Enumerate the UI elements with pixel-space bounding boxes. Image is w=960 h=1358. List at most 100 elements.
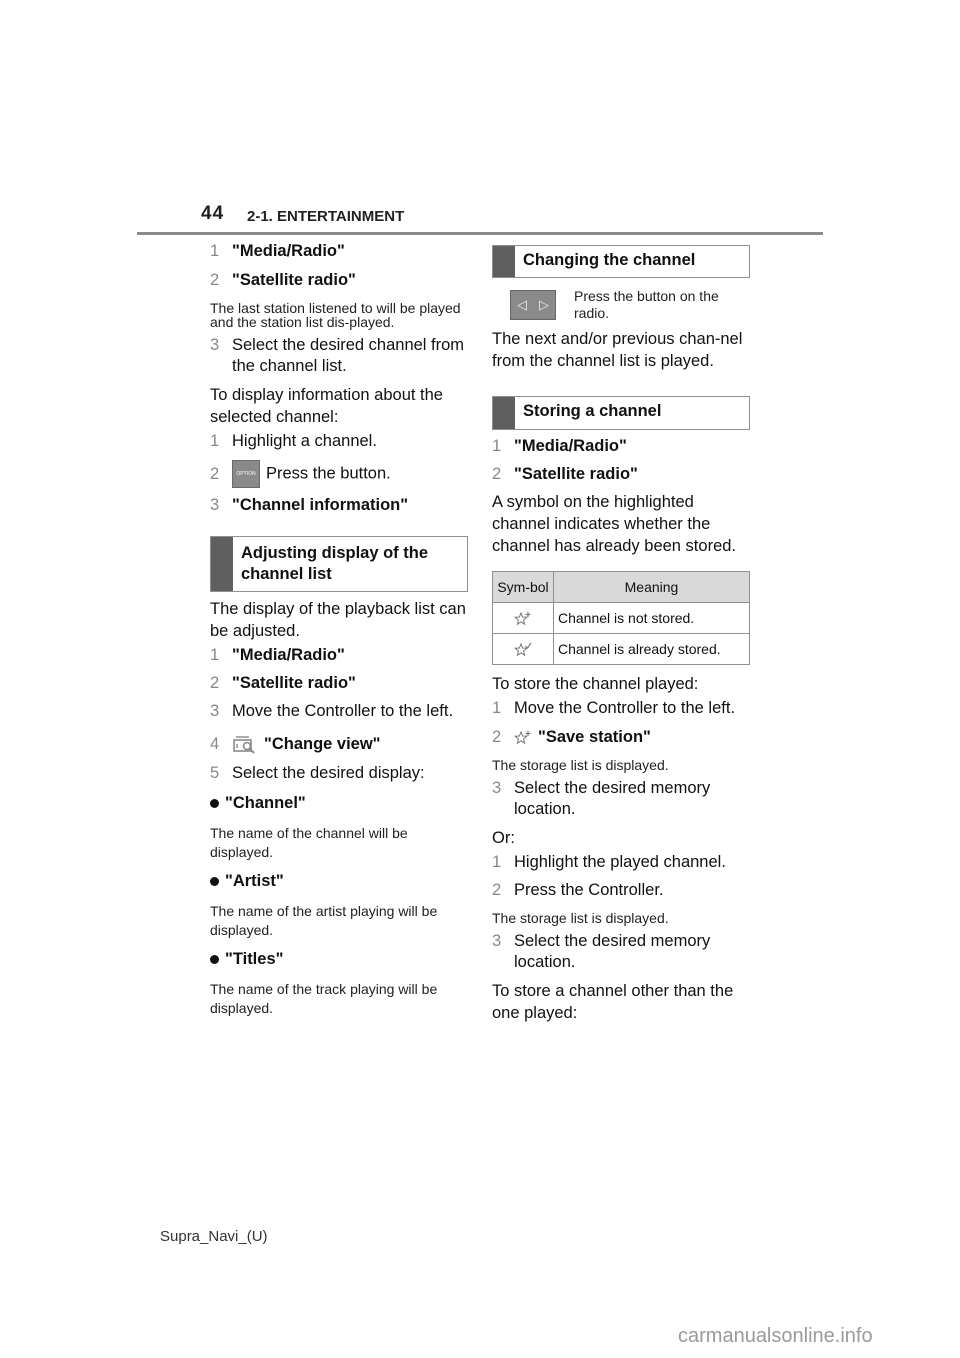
option-label: "Artist"	[225, 872, 284, 890]
heading-bar	[211, 537, 233, 591]
step-select-memory: 3 Select the desired memory location.	[492, 931, 754, 973]
change-view-icon	[233, 735, 255, 754]
table-header-meaning: Meaning	[553, 571, 750, 603]
page-number: 44	[201, 203, 225, 224]
step-number: 2	[492, 465, 502, 483]
heading-changing-channel: Changing the channel	[492, 245, 750, 278]
step-number: 5	[210, 764, 220, 782]
step-number: 1	[210, 646, 220, 664]
storage-list-note: The storage list is displayed.	[492, 757, 669, 773]
document-id: Supra_Navi_(U)	[160, 1228, 268, 1245]
store-symbol-intro: A symbol on the highlighted channel indi…	[492, 493, 737, 555]
step-select-display: 5 Select the desired display:	[210, 763, 472, 784]
option-channel: "Channel"	[210, 793, 472, 814]
step-number: 2	[210, 271, 220, 289]
step-text: Highlight the played channel.	[514, 853, 726, 871]
heading-label: Storing a channel	[523, 402, 662, 420]
storage-list-note: The storage list is displayed.	[492, 910, 669, 926]
note-last-station: The last station listened to will be pla…	[210, 300, 461, 330]
step-satellite-radio: 2 "Satellite radio"	[492, 464, 754, 485]
step-text: "Satellite radio"	[514, 465, 638, 483]
step-text: Select the desired memory location.	[514, 932, 711, 971]
step-number: 3	[492, 932, 502, 950]
header-divider	[137, 232, 823, 235]
section-title: 2-1. ENTERTAINMENT	[247, 208, 405, 225]
step-satellite-radio: 2 "Satellite radio"	[210, 673, 472, 694]
table-header-symbol: Sym-bol	[492, 571, 554, 603]
step-text: "Media/Radio"	[514, 437, 627, 455]
step-text: "Channel information"	[232, 496, 409, 514]
store-played-intro: To store the channel played:	[492, 675, 699, 693]
step-number: 4	[210, 735, 220, 753]
option-description: The name of the artist playing will be d…	[210, 903, 438, 938]
step-save-station: 2 "Save station"	[492, 727, 754, 748]
heading-bar	[493, 246, 515, 277]
step-change-view: 4 "Change view"	[210, 734, 472, 755]
step-number: 2	[210, 674, 220, 692]
step-number: 3	[492, 779, 502, 797]
step-media-radio: 1 "Media/Radio"	[210, 241, 472, 262]
step-press-option: 2 OPTION Press the button.	[210, 460, 472, 488]
step-highlight-played: 1 Highlight the played channel.	[492, 852, 754, 873]
intro-channel-info: To display information about the selecte…	[210, 386, 443, 426]
option-description: The name of the channel will be displaye…	[210, 825, 408, 860]
star-plus-icon	[514, 611, 531, 626]
heading-storing-channel: Storing a channel	[492, 396, 750, 430]
step-move-controller: 3 Move the Controller to the left.	[210, 701, 472, 722]
step-text: Move the Controller to the left.	[232, 702, 454, 720]
left-column: 1 "Media/Radio" 2 "Satellite radio" The …	[210, 240, 472, 1018]
option-description: The name of the track playing will be di…	[210, 981, 438, 1016]
table-header-row: Sym-bol Meaning	[492, 571, 750, 603]
symbol-table: Sym-bol Meaning Channel is not stored. C…	[492, 571, 750, 665]
step-media-radio: 1 "Media/Radio"	[492, 436, 754, 457]
step-text: Select the desired memory location.	[514, 779, 711, 818]
step-text: Select the desired display:	[232, 764, 425, 782]
table-row: Channel is not stored.	[492, 602, 750, 634]
step-text: Select the desired channel from the chan…	[232, 336, 465, 375]
arrow-left-icon: ◁	[517, 297, 527, 312]
option-label: "Channel"	[225, 794, 306, 812]
prev-next-arrows-icon: ◁ ▷	[510, 290, 556, 320]
star-check-icon	[514, 642, 532, 657]
heading-label: Changing the channel	[523, 251, 696, 269]
step-channel-information: 3 "Channel information"	[210, 495, 472, 516]
bullet-icon	[210, 799, 219, 808]
step-number: 2	[210, 464, 220, 483]
adjust-intro: The display of the playback list can be …	[210, 600, 466, 640]
step-number: 1	[492, 853, 502, 871]
change-button-text: Press the button on the radio.	[574, 288, 719, 321]
step-select-memory: 3 Select the desired memory location.	[492, 778, 754, 820]
step-number: 1	[210, 242, 220, 260]
step-number: 3	[210, 336, 220, 354]
step-text: "Change view"	[264, 735, 381, 753]
option-artist: "Artist"	[210, 871, 472, 892]
step-text: Highlight a channel.	[232, 432, 377, 450]
table-row: Channel is already stored.	[492, 633, 750, 665]
step-number: 3	[210, 496, 220, 514]
step-text: "Media/Radio"	[232, 646, 345, 664]
change-button-row: ◁ ▷ Press the button on the radio.	[492, 288, 754, 322]
heading-adjusting-display: Adjusting display of the channel list	[210, 536, 468, 592]
step-number: 2	[492, 881, 502, 899]
step-text: "Save station"	[538, 728, 651, 746]
step-number: 2	[492, 728, 502, 746]
step-number: 1	[210, 432, 220, 450]
step-move-controller: 1 Move the Controller to the left.	[492, 698, 754, 719]
step-press-controller: 2 Press the Controller.	[492, 880, 754, 901]
step-text: "Satellite radio"	[232, 674, 356, 692]
heading-bar	[493, 397, 515, 429]
step-number: 3	[210, 702, 220, 720]
step-satellite-radio: 2 "Satellite radio"	[210, 270, 472, 291]
step-text: "Satellite radio"	[232, 271, 356, 289]
step-text: Move the Controller to the left.	[514, 699, 736, 717]
heading-label: Adjusting display of the channel list	[241, 544, 429, 583]
step-select-channel: 3 Select the desired channel from the ch…	[210, 335, 472, 377]
step-number: 1	[492, 437, 502, 455]
right-column: Changing the channel ◁ ▷ Press the butto…	[492, 245, 754, 1024]
watermark: carmanualsonline.info	[678, 1325, 873, 1347]
step-text: Press the button.	[266, 464, 391, 483]
bullet-icon	[210, 877, 219, 886]
table-cell-meaning: Channel is already stored.	[553, 633, 750, 665]
bullet-icon	[210, 955, 219, 964]
step-text: Press the Controller.	[514, 881, 664, 899]
